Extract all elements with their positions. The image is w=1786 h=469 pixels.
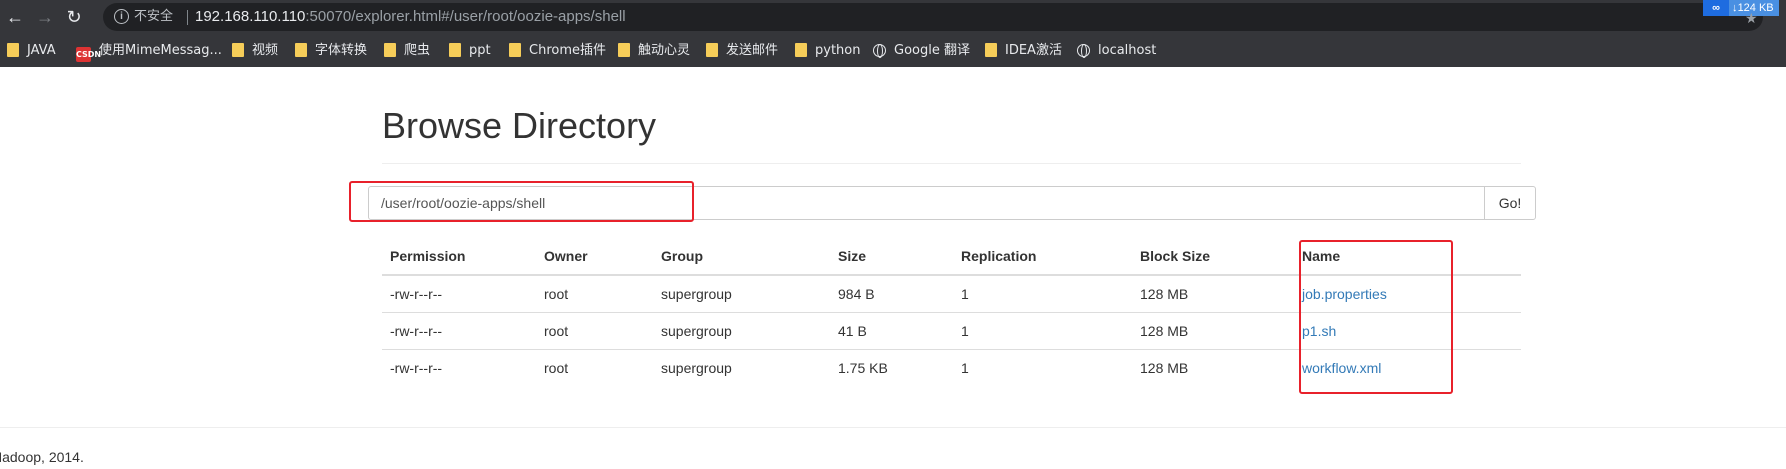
bookmark-ppt[interactable]: ppt [449,42,491,60]
cell-size: 41 B [830,311,953,349]
folder-icon [509,43,521,57]
forward-arrow-icon[interactable]: → [34,6,56,28]
red-page-icon: CSDN [76,47,101,62]
cell-block-size: 128 MB [1132,274,1294,312]
browser-toolbar: ← → ↻ i 不安全 192.168.110.110:50070/explor… [0,0,1786,33]
cell-replication: 1 [953,274,1132,312]
back-arrow-icon[interactable]: ← [4,6,26,28]
cell-replication: 1 [953,348,1132,386]
globe-icon [1077,44,1090,58]
folder-icon [706,43,718,57]
bookmark-localhost[interactable]: localhost [1077,42,1156,60]
cell-permission: -rw-r--r-- [382,311,536,349]
cell-replication: 1 [953,311,1132,349]
bookmark-star-icon[interactable]: ★ [1745,10,1758,27]
extension-badge[interactable]: ∞ ↓124 KB [1703,0,1779,16]
url-host: 192.168.110.110 [195,8,306,25]
column-header-group[interactable]: Group [653,238,830,276]
bookmark-label: 字体转换 [315,43,368,58]
bookmarks-bar: JAVA CSDN使用MimeMessag... 视频 字体转换 爬虫 ppt … [0,33,1786,67]
folder-icon [795,43,807,57]
bookmark-touching[interactable]: 触动心灵 [618,42,690,60]
bookmark-label: localhost [1098,43,1157,58]
cell-owner: root [536,311,653,349]
page-title: Browse Directory [382,105,657,146]
column-header-size[interactable]: Size [830,238,953,276]
browser-chrome: ← → ↻ i 不安全 192.168.110.110:50070/explor… [0,0,1786,67]
url-text[interactable]: 192.168.110.110:50070/explorer.html#/use… [195,8,626,26]
bookmark-chrome-plugins[interactable]: Chrome插件 [509,42,606,60]
url-path: :50070/explorer.html#/user/root/oozie-ap… [305,8,626,25]
cell-block-size: 128 MB [1132,348,1294,386]
name-column-highlight-box [1299,240,1453,394]
cell-owner: root [536,348,653,386]
bookmark-label: 视频 [252,43,279,58]
bookmark-label: Chrome插件 [529,43,606,58]
bookmark-video[interactable]: 视频 [232,42,278,60]
cell-size: 984 B [830,274,953,312]
address-separator [187,10,188,25]
bookmark-google-translate[interactable]: Google 翻译 [873,42,970,60]
bookmark-label: 爬虫 [404,43,431,58]
cell-owner: root [536,274,653,312]
bookmark-label: JAVA [27,43,56,58]
bookmark-label: 触动心灵 [638,43,691,58]
bookmark-font-convert[interactable]: 字体转换 [295,42,367,60]
cell-permission: -rw-r--r-- [382,348,536,386]
cell-block-size: 128 MB [1132,311,1294,349]
address-bar[interactable]: i 不安全 192.168.110.110:50070/explorer.htm… [103,3,1763,31]
reload-icon[interactable]: ↻ [63,6,85,28]
info-icon[interactable]: i [114,9,129,24]
column-header-block-size[interactable]: Block Size [1132,238,1294,276]
bookmark-label: 发送邮件 [726,43,779,58]
folder-icon [232,43,244,57]
cell-group: supergroup [653,274,830,312]
folder-icon [618,43,630,57]
bookmark-send-mail[interactable]: 发送邮件 [706,42,778,60]
folder-icon [985,43,997,57]
folder-icon [384,43,396,57]
globe-icon [873,44,886,58]
column-header-replication[interactable]: Replication [953,238,1132,276]
column-header-permission[interactable]: Permission [382,238,536,276]
bookmark-crawler[interactable]: 爬虫 [384,42,430,60]
cell-permission: -rw-r--r-- [382,274,536,312]
go-button[interactable]: Go! [1484,186,1536,220]
cell-size: 1.75 KB [830,348,953,386]
security-label: 不安全 [134,9,174,24]
bookmark-label: python [815,43,861,58]
folder-icon [7,43,19,57]
folder-icon [295,43,307,57]
bookmark-java[interactable]: JAVA [7,42,56,60]
bookmark-idea[interactable]: IDEA激活 [985,42,1062,60]
folder-icon [449,43,461,57]
bookmark-label: Google 翻译 [894,43,970,58]
bookmark-label: IDEA激活 [1005,43,1062,58]
footer-divider [0,427,1786,428]
baidu-cloud-icon: ∞ [1703,0,1729,16]
column-header-owner[interactable]: Owner [536,238,653,276]
bookmark-mimemessage[interactable]: CSDN使用MimeMessag... [76,42,222,62]
cell-group: supergroup [653,311,830,349]
footer-text: Hadoop, 2014. [0,449,84,465]
cell-group: supergroup [653,348,830,386]
bookmark-label: 使用MimeMessag... [99,43,222,58]
path-highlight-box [349,181,694,222]
title-divider [382,163,1521,164]
bookmark-label: ppt [469,43,491,58]
bookmark-python[interactable]: python [795,42,860,60]
